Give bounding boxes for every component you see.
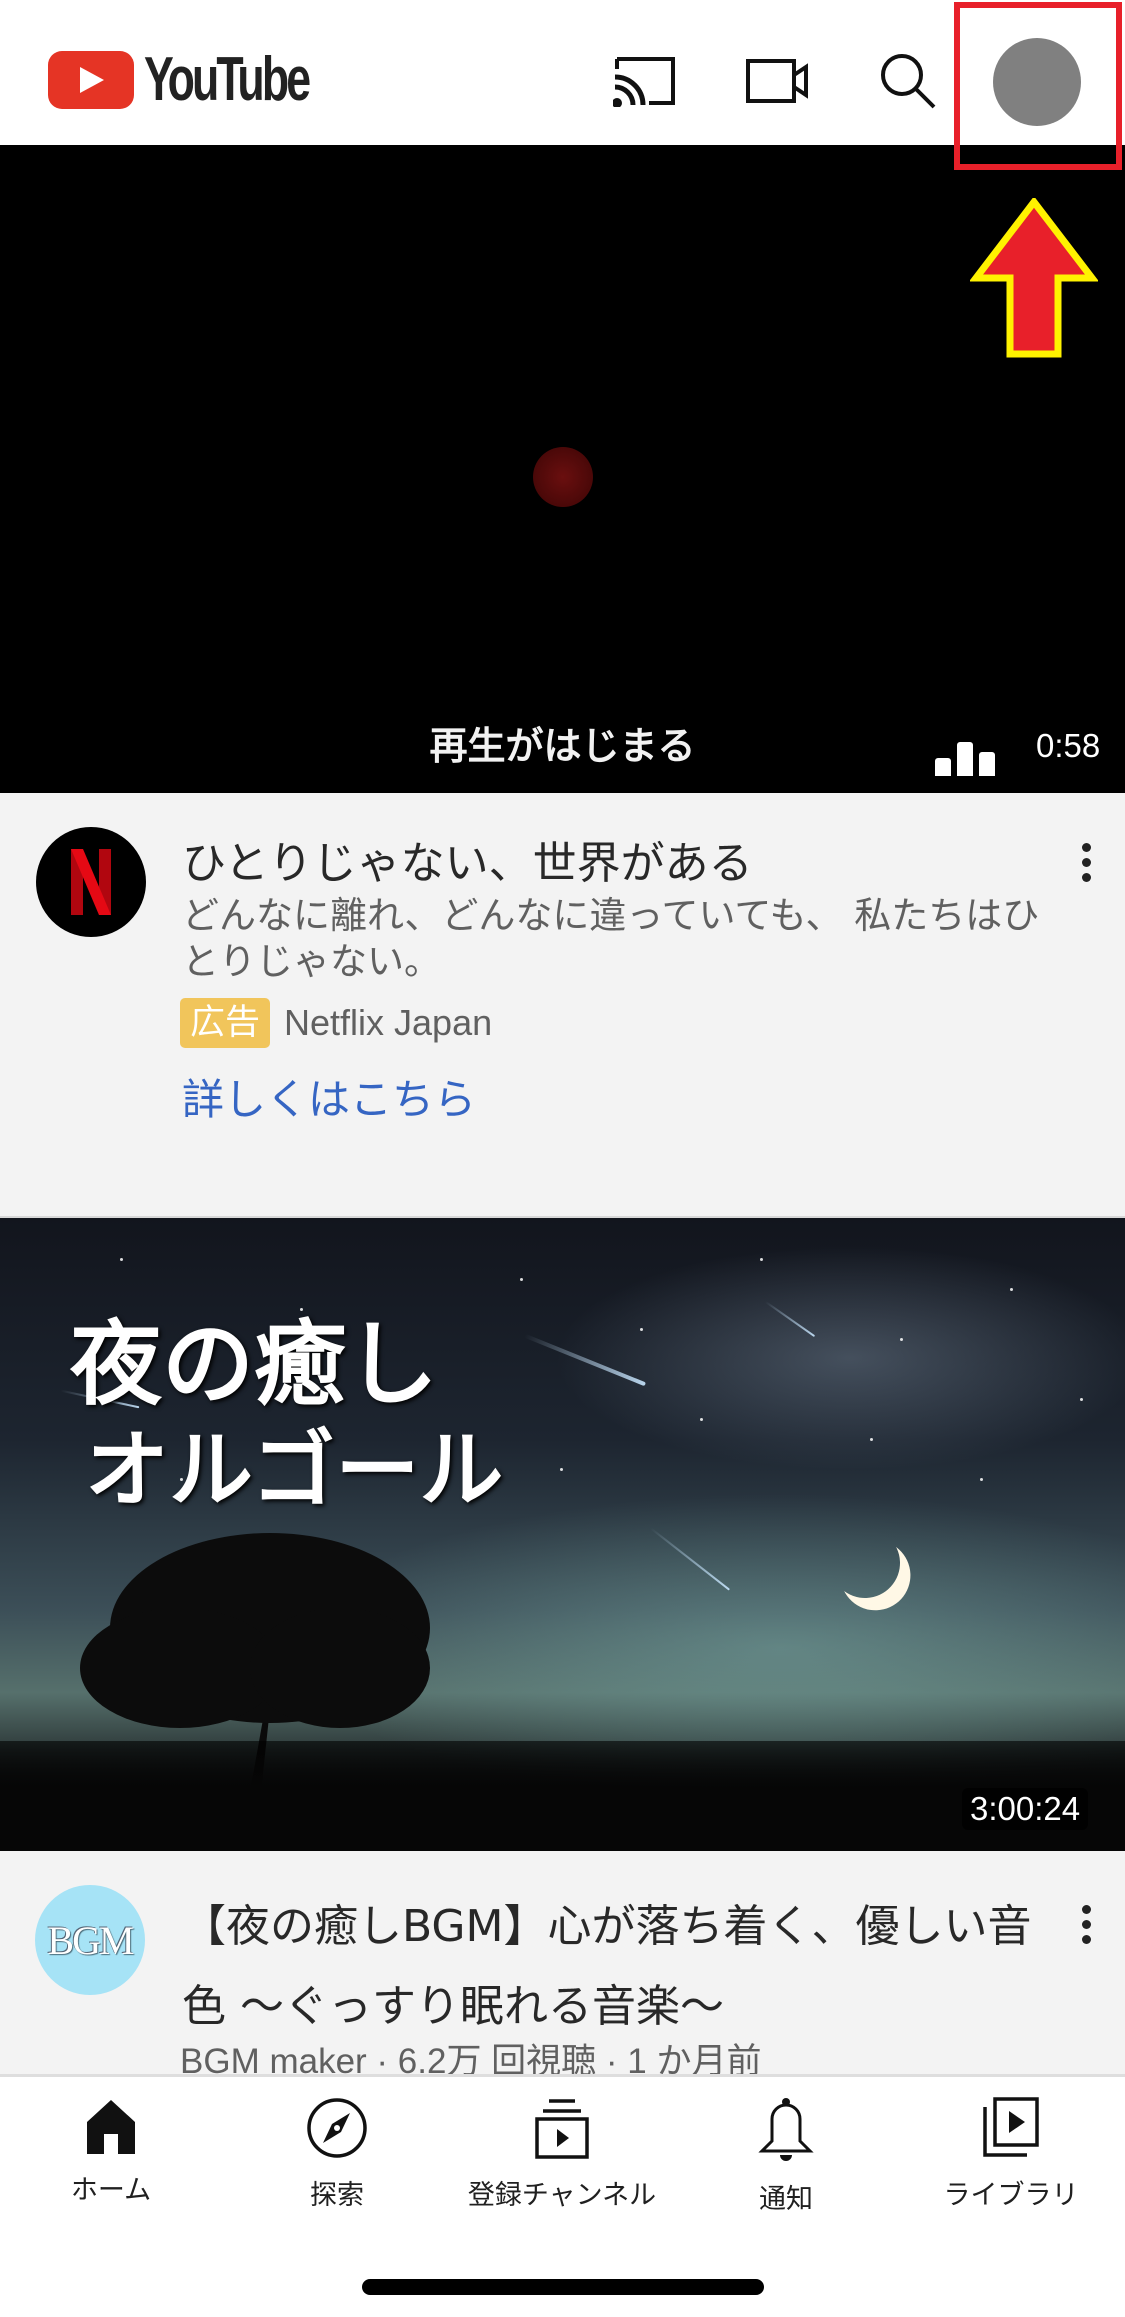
- thumbnail-title-line2: オルゴール: [85, 1420, 504, 1519]
- camera-icon: [746, 59, 808, 103]
- nav-explore[interactable]: 探索: [237, 2097, 437, 2211]
- nav-label: ホーム: [70, 2175, 152, 2206]
- ad-duration-badge: 0:58: [1028, 725, 1109, 767]
- create-video-button[interactable]: [745, 48, 811, 114]
- more-vert-icon: [1081, 842, 1091, 852]
- ad-description: どんなに離れ、どんなに違っていても、 私たちはひとりじゃない。: [182, 894, 1040, 983]
- nav-label: 通知: [759, 2184, 813, 2215]
- youtube-play-icon: [48, 51, 134, 109]
- ad-title[interactable]: ひとりじゃない、世界がある: [182, 827, 753, 891]
- ad-channel-name: Netflix Japan: [284, 1002, 493, 1043]
- ad-badge: 広告: [180, 998, 271, 1048]
- nav-notifications[interactable]: 通知: [686, 2097, 886, 2215]
- comet: [523, 1333, 647, 1387]
- learn-more-link[interactable]: 詳しくはこちら: [182, 1066, 476, 1127]
- more-vert-icon: [1081, 1904, 1091, 1914]
- netflix-logo-icon: [71, 849, 111, 915]
- cast-button[interactable]: [612, 48, 678, 114]
- video-info[interactable]: BGM 【夜の癒しBGM】心が落ち着く、優しい音色 〜ぐっすり眠れる音楽〜 BG…: [0, 1851, 1125, 2081]
- search-icon: [881, 54, 936, 109]
- nav-library[interactable]: ライブラリ: [911, 2097, 1111, 2211]
- video-frame-dot: [533, 447, 593, 507]
- ad-meta: 広告 Netflix Japan: [180, 998, 492, 1048]
- home-icon: [87, 2099, 135, 2154]
- video-title[interactable]: 【夜の癒しBGM】心が落ち着く、優しい音色 〜ぐっすり眠れる音楽〜: [182, 1887, 1032, 2047]
- video-duration-badge: 3:00:24: [962, 1788, 1089, 1830]
- moon: [820, 1518, 910, 1608]
- nav-label: 登録チャンネル: [467, 2180, 657, 2211]
- notifications-icon: [758, 2098, 814, 2161]
- nav-label: 探索: [310, 2180, 364, 2211]
- cast-icon: [613, 57, 675, 107]
- youtube-logo[interactable]: YouTube: [48, 45, 372, 114]
- top-app-bar: YouTube: [0, 0, 1125, 145]
- home-indicator[interactable]: [362, 2279, 764, 2295]
- subscriptions-icon: [535, 2099, 589, 2159]
- channel-avatar[interactable]: BGM: [35, 1885, 145, 1995]
- search-button[interactable]: [875, 48, 941, 114]
- library-icon: [983, 2097, 1039, 2157]
- video-thumbnail[interactable]: 夜の癒し オルゴール 3:00:24: [0, 1218, 1125, 1851]
- sound-bars-icon: [935, 740, 997, 776]
- account-avatar[interactable]: [993, 38, 1081, 126]
- netflix-avatar[interactable]: [36, 827, 146, 937]
- video-more-options-button[interactable]: [1071, 1889, 1101, 1959]
- nav-subscriptions[interactable]: 登録チャンネル: [462, 2097, 662, 2211]
- explore-icon: [307, 2098, 367, 2158]
- nav-home[interactable]: ホーム: [11, 2097, 211, 2207]
- ad-card[interactable]: ひとりじゃない、世界がある どんなに離れ、どんなに違っていても、 私たちはひとり…: [0, 793, 1125, 1218]
- ad-video-player[interactable]: 再生がはじまる 0:58: [0, 145, 1125, 793]
- nav-label: ライブラリ: [943, 2180, 1079, 2211]
- logo-text: YouTube: [144, 45, 311, 114]
- ground-silhouette: [0, 1741, 1125, 1851]
- ad-more-options-button[interactable]: [1071, 827, 1101, 897]
